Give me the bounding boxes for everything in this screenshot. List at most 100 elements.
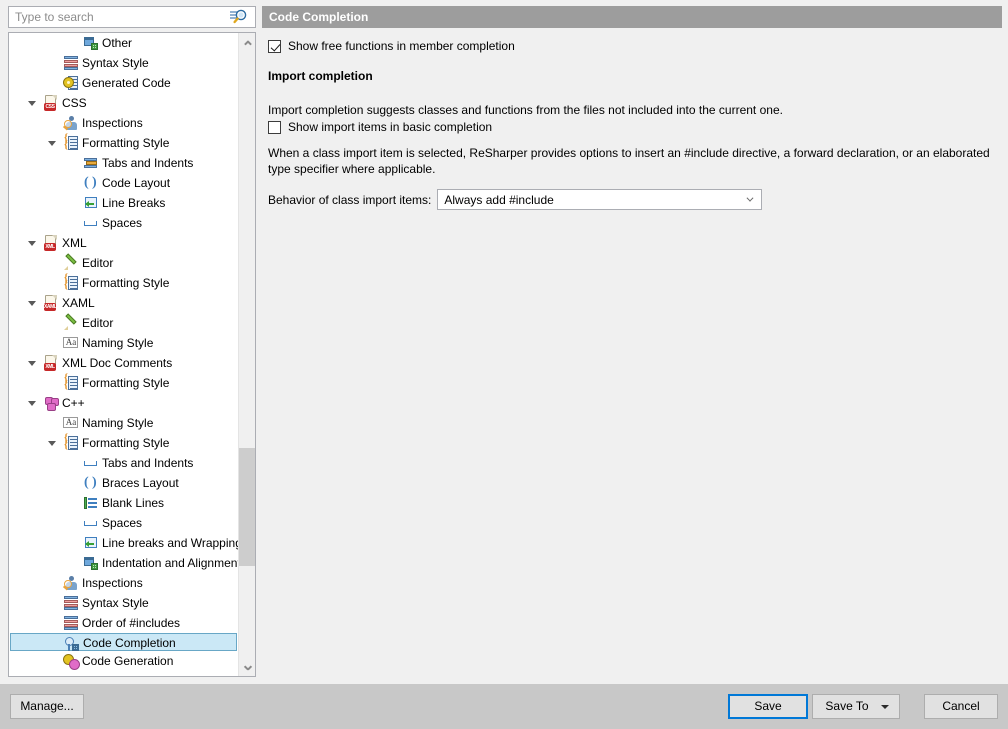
tree-item[interactable]: Inspections xyxy=(9,113,238,133)
settings-tree-pane: Other Syntax Style Generated Code CSSCSS Ins… xyxy=(8,6,256,677)
cancel-button[interactable]: Cancel xyxy=(924,694,998,719)
scrollbar-thumb[interactable] xyxy=(239,448,255,566)
expander-icon[interactable] xyxy=(29,359,38,368)
tree-item[interactable]: Other xyxy=(9,33,238,53)
naming-style-icon: Aa xyxy=(63,335,79,351)
settings-page-pane: Code Completion Show free functions in m… xyxy=(262,6,1002,677)
code-completion-icon xyxy=(64,636,80,652)
show-import-items-checkbox[interactable] xyxy=(268,120,281,134)
search-box[interactable] xyxy=(8,6,256,28)
tree-item-label: CSS xyxy=(62,96,87,110)
braces-icon: () xyxy=(84,175,97,190)
import-completion-description: Import completion suggests classes and f… xyxy=(268,103,783,117)
expander-icon[interactable] xyxy=(29,239,38,248)
tree-item-label: Code Generation xyxy=(82,654,174,668)
tree-item[interactable]: Syntax Style xyxy=(9,53,238,73)
blank-lines-icon xyxy=(83,495,99,511)
xml-file-icon: XML xyxy=(43,355,59,371)
import-completion-note: When a class import item is selected, Re… xyxy=(268,146,990,176)
tree-item[interactable]: Spaces xyxy=(9,513,238,533)
css-file-icon: CSS xyxy=(43,95,59,111)
expander-icon[interactable] xyxy=(49,139,58,148)
save-button[interactable]: Save xyxy=(728,694,808,719)
spaces-icon xyxy=(83,515,99,531)
xml-file-icon: XML xyxy=(43,235,59,251)
tree-item[interactable]: {{Formatting Style xyxy=(9,273,238,293)
expander-icon[interactable] xyxy=(29,99,38,108)
tree-item[interactable]: {{Formatting Style xyxy=(9,433,238,453)
tree-item-label: C++ xyxy=(62,396,85,410)
tree-item-label: Generated Code xyxy=(82,76,171,90)
triangle-down-icon[interactable] xyxy=(881,705,889,709)
tree-item[interactable]: {{Formatting Style xyxy=(9,373,238,393)
chevron-down-icon[interactable] xyxy=(746,198,754,203)
tree-item-label: Formatting Style xyxy=(82,136,170,150)
tree-item[interactable]: XML XML xyxy=(9,233,238,253)
tree-item-label: Line Breaks xyxy=(102,196,166,210)
save-to-button[interactable]: Save To xyxy=(812,694,900,719)
formatting-style-icon: {{ xyxy=(63,134,79,151)
save-to-label: Save To xyxy=(825,699,869,713)
formatting-style-icon: {{ xyxy=(63,374,79,391)
xaml-file-icon: XAML xyxy=(43,295,59,311)
behavior-label: Behavior of class import items: xyxy=(268,192,432,207)
behavior-of-class-import-items-row: Behavior of class import items: Always a… xyxy=(268,189,763,210)
syntax-bars-icon xyxy=(63,55,79,71)
tree-item[interactable]: Blank Lines xyxy=(9,493,238,513)
show-free-functions-checkbox[interactable] xyxy=(268,39,281,53)
expander-icon[interactable] xyxy=(29,299,38,308)
tree-item[interactable]: Editor xyxy=(9,313,238,333)
tree-item-label: XML Doc Comments xyxy=(62,356,173,370)
tree-item[interactable]: XML XML Doc Comments xyxy=(9,353,238,373)
tree-item[interactable]: Syntax Style xyxy=(9,593,238,613)
tree-item[interactable]: XAML XAML xyxy=(9,293,238,313)
tree-item-label: XML xyxy=(62,236,87,250)
search-input[interactable] xyxy=(9,8,227,26)
tree-item[interactable]: () Code Layout xyxy=(9,173,238,193)
behavior-dropdown[interactable]: Always add #include xyxy=(437,189,763,210)
tree-item[interactable]: {{Formatting Style xyxy=(9,133,238,153)
tree-item[interactable]: Code Generation xyxy=(9,651,238,671)
tree-item-label: Editor xyxy=(82,256,114,270)
tree-item[interactable]: Tabs and Indents xyxy=(9,453,238,473)
generated-code-icon xyxy=(63,75,79,91)
tree-item[interactable]: Aa Naming Style xyxy=(9,413,238,433)
tree-item-label: XAML xyxy=(62,296,95,310)
settings-tree[interactable]: Other Syntax Style Generated Code CSS CSS Ins… xyxy=(8,32,256,677)
formatting-style-icon: {{ xyxy=(63,274,79,291)
import-completion-heading: Import completion xyxy=(268,69,373,83)
syntax-bars-icon xyxy=(63,595,79,611)
cpp-icon xyxy=(43,395,59,411)
show-free-functions-row[interactable]: Show free functions in member completion xyxy=(268,39,515,53)
manage-button[interactable]: Manage... xyxy=(10,694,84,719)
expander-icon[interactable] xyxy=(29,399,38,408)
chevron-up-icon[interactable] xyxy=(239,33,255,50)
search-icon[interactable] xyxy=(227,7,249,27)
show-free-functions-label: Show free functions in member completion xyxy=(288,39,515,53)
tree-item-label: Braces Layout xyxy=(102,476,179,490)
tree-item[interactable]: Aa Naming Style xyxy=(9,333,238,353)
tree-scrollbar[interactable] xyxy=(238,33,255,676)
tree-item[interactable]: Line breaks and Wrapping xyxy=(9,533,238,553)
tree-item[interactable]: Spaces xyxy=(9,213,238,233)
tree-item-label: Tabs and Indents xyxy=(102,156,194,170)
tree-item[interactable]: Order of #includes xyxy=(9,613,238,633)
window-grid-icon xyxy=(83,555,99,571)
tree-item[interactable]: () Braces Layout xyxy=(9,473,238,493)
tree-item-selected[interactable]: Code Completion xyxy=(10,633,237,651)
tree-item-label: Syntax Style xyxy=(82,596,149,610)
tree-item[interactable]: Indentation and Alignment xyxy=(9,553,238,573)
tree-item[interactable]: Line Breaks xyxy=(9,193,238,213)
chevron-down-icon[interactable] xyxy=(239,659,255,676)
tree-item[interactable]: Generated Code xyxy=(9,73,238,93)
tree-item-label: Formatting Style xyxy=(82,276,170,290)
expander-icon[interactable] xyxy=(49,439,58,448)
tree-item[interactable]: C++ xyxy=(9,393,238,413)
pencil-icon xyxy=(63,253,79,271)
tree-item[interactable]: Tabs and Indents xyxy=(9,153,238,173)
settings-tree-viewport: Other Syntax Style Generated Code CSS CSS Ins… xyxy=(9,33,238,676)
tree-item[interactable]: CSS CSS xyxy=(9,93,238,113)
tree-item[interactable]: Editor xyxy=(9,253,238,273)
tree-item[interactable]: Inspections xyxy=(9,573,238,593)
show-import-items-row[interactable]: Show import items in basic completion xyxy=(268,120,492,134)
